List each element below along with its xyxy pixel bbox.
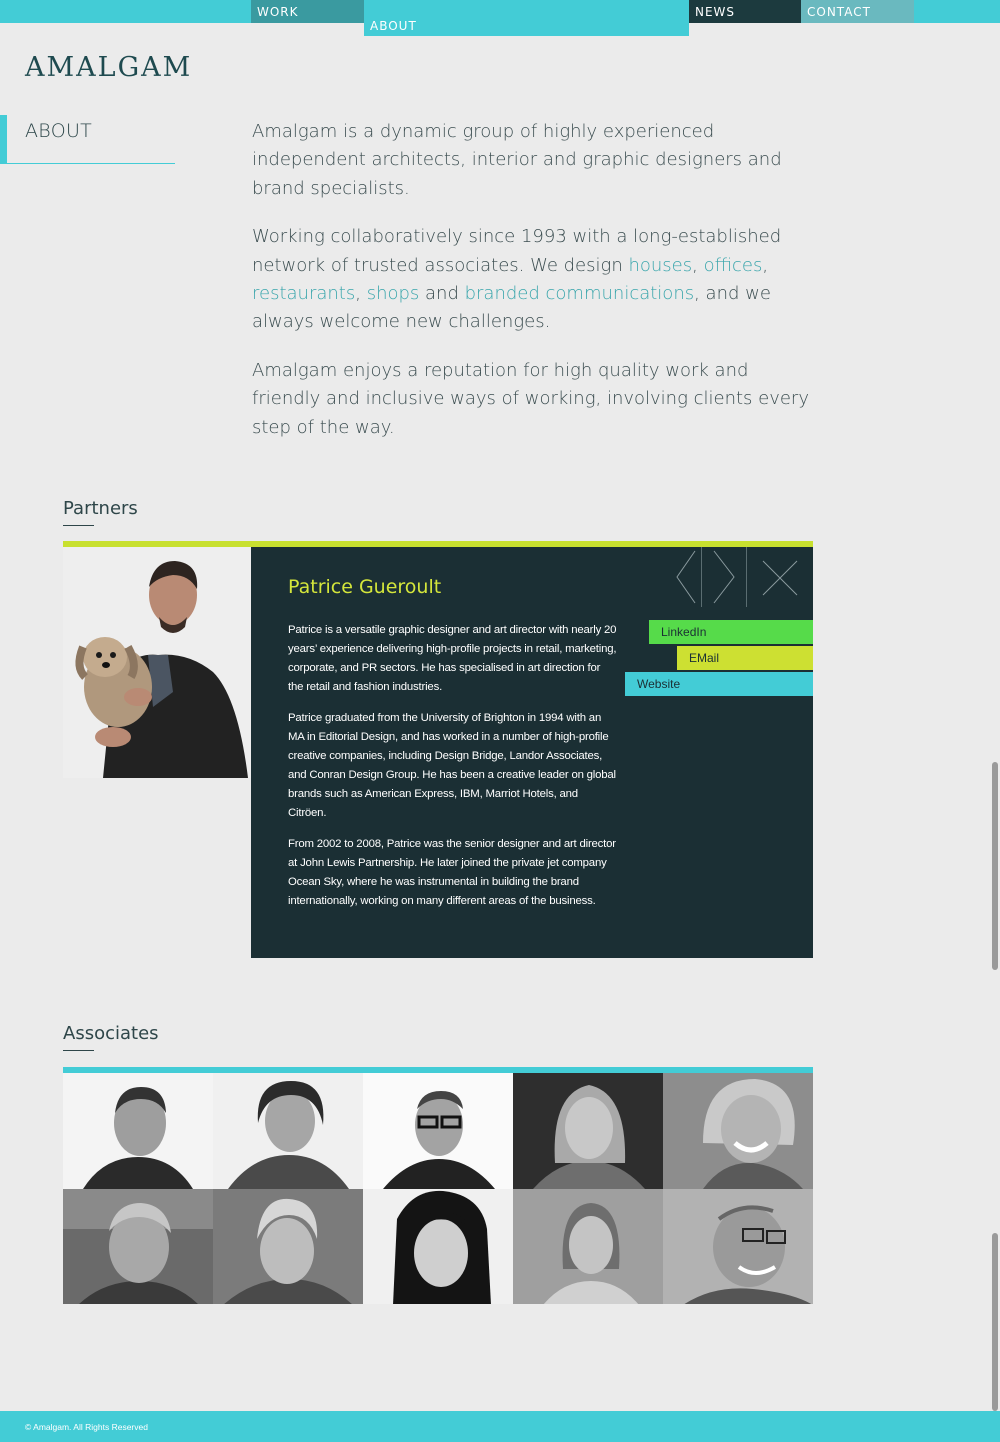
email-link[interactable]: EMail [677, 646, 813, 670]
intro-paragraph-1: Amalgam is a dynamic group of highly exp… [252, 121, 782, 199]
associate-photo[interactable] [663, 1188, 813, 1304]
associates-underline [63, 1050, 94, 1051]
close-icon [762, 560, 798, 596]
associate-photo[interactable] [363, 1188, 513, 1304]
partner-name: Patrice Gueroult [288, 576, 442, 598]
chevron-right-icon [713, 550, 735, 604]
intro-p2-text: Working collaboratively since 1993 with … [252, 226, 782, 276]
partner-bio-paragraph: Patrice graduated from the University of… [288, 712, 616, 819]
intro-text: Amalgam is a dynamic group of highly exp… [252, 118, 812, 462]
partners-title: Partners [63, 498, 138, 519]
logo[interactable]: AMALGAM [25, 52, 192, 83]
scrollbar-thumb[interactable] [992, 762, 998, 970]
associates-heading: Associates [63, 1023, 159, 1051]
link-shops[interactable]: shops [367, 283, 420, 304]
partners-underline [63, 525, 94, 526]
partner-bio-paragraph: From 2002 to 2008, Patrice was the senio… [288, 838, 616, 907]
associate-photo[interactable] [213, 1073, 363, 1189]
associate-photo[interactable] [363, 1073, 513, 1189]
scrollbar-thumb-secondary[interactable] [992, 1233, 998, 1411]
prev-arrow-button[interactable] [661, 547, 701, 607]
copyright-text: © Amalgam. All Rights Reserved [25, 1422, 148, 1432]
intro-paragraph-2: Working collaboratively since 1993 with … [252, 226, 782, 333]
link-offices[interactable]: offices [704, 255, 763, 276]
partner-detail-panel: Patrice Gueroult Patrice is a versatile … [251, 547, 813, 958]
nav-news[interactable]: NEWS [689, 0, 801, 23]
next-arrow-button[interactable] [701, 547, 746, 607]
website-link[interactable]: Website [625, 672, 813, 696]
close-button[interactable] [746, 547, 813, 607]
link-restaurants[interactable]: restaurants [252, 283, 355, 304]
associate-photo[interactable] [63, 1073, 213, 1189]
link-branded-communications[interactable]: branded communications [465, 283, 695, 304]
page-section-heading: ABOUT [0, 115, 175, 164]
associate-photo[interactable] [663, 1073, 813, 1189]
nav-about[interactable]: ABOUT [364, 0, 689, 36]
partners-heading: Partners [63, 498, 138, 526]
partner-photo [63, 547, 251, 778]
partner-bio-paragraph: Patrice is a versatile graphic designer … [288, 624, 617, 693]
nav-work[interactable]: WORK [251, 0, 364, 23]
nav-contact[interactable]: CONTACT [801, 0, 914, 23]
partner-bio: Patrice is a versatile graphic designer … [288, 621, 618, 923]
associate-photo[interactable] [213, 1188, 363, 1304]
associates-grid [63, 1073, 813, 1304]
associate-photo[interactable] [63, 1188, 213, 1304]
link-houses[interactable]: houses [628, 255, 692, 276]
associate-photo[interactable] [513, 1073, 663, 1189]
footer: © Amalgam. All Rights Reserved [0, 1411, 1000, 1442]
associates-title: Associates [63, 1023, 159, 1044]
linkedin-link[interactable]: LinkedIn [649, 620, 813, 644]
chevron-left-icon [676, 550, 696, 604]
intro-paragraph-3: Amalgam enjoys a reputation for high qua… [252, 359, 809, 438]
associate-photo[interactable] [513, 1188, 663, 1304]
